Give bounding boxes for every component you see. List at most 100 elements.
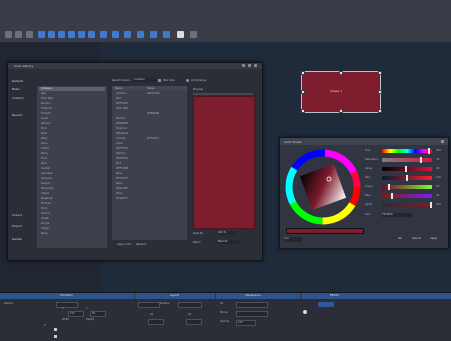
color-wheel[interactable] <box>285 149 361 225</box>
text-tool-icon[interactable] <box>100 31 107 38</box>
list-item[interactable]: Magenta <box>41 197 52 200</box>
slider-knob[interactable] <box>405 166 407 172</box>
blue-slider[interactable] <box>382 194 432 198</box>
group-item[interactable]: Ruby <box>116 182 123 185</box>
bounds-icon[interactable] <box>58 31 65 38</box>
list-item[interactable]: Violet <box>41 217 48 220</box>
maximize-icon[interactable] <box>248 64 251 67</box>
rotation-field[interactable] <box>138 302 160 308</box>
apply-button[interactable]: Apply <box>430 237 437 240</box>
list-item[interactable]: Burgundy <box>41 187 54 190</box>
opacity-field[interactable]: 100 % <box>218 231 236 235</box>
group-item[interactable]: Red <box>116 97 121 100</box>
list-item[interactable]: Fuchsia <box>41 202 51 205</box>
list-item[interactable]: Pink <box>41 127 46 130</box>
radio-button[interactable] <box>303 310 307 314</box>
replace-button[interactable]: Replace <box>136 243 146 246</box>
slider-knob[interactable] <box>388 184 390 190</box>
apply-color-button[interactable]: Apply Color <box>117 243 132 246</box>
layers-icon[interactable] <box>163 31 170 38</box>
list-item[interactable]: Navy <box>41 232 48 235</box>
slider-knob[interactable] <box>430 202 432 208</box>
pan-icon[interactable] <box>112 31 119 38</box>
ellipse-tool-icon[interactable] <box>78 31 85 38</box>
hue-slider[interactable] <box>382 149 432 153</box>
library-item[interactable]: Recent <box>12 113 22 118</box>
library-item[interactable]: Default <box>12 79 23 84</box>
list-item[interactable]: Scarlet <box>41 167 50 170</box>
blend-select[interactable]: Normal <box>218 240 240 244</box>
saturation-slider[interactable] <box>382 158 432 162</box>
list-item[interactable]: Claret <box>41 192 49 195</box>
list-item[interactable]: Crimson <box>41 87 52 90</box>
list-item[interactable]: Coral <box>41 117 48 120</box>
select-icon[interactable] <box>5 31 12 38</box>
canvas-shape[interactable]: Shape 1 <box>301 71 382 113</box>
resize-handle[interactable] <box>301 109 305 113</box>
list-item[interactable]: Maroon <box>41 102 51 105</box>
radio-button[interactable] <box>186 79 189 82</box>
ok-button[interactable]: OK <box>398 237 402 240</box>
height-field[interactable] <box>186 319 202 325</box>
group-item[interactable]: Maroon <box>116 117 126 120</box>
search-input[interactable]: Crimson <box>133 78 156 82</box>
scale-icon[interactable] <box>38 31 45 38</box>
rotation-value-field[interactable] <box>178 302 202 308</box>
list-item[interactable]: Orchid <box>41 212 50 215</box>
value-slider[interactable] <box>382 167 432 171</box>
library-item[interactable]: Basic <box>12 87 20 92</box>
slider-knob[interactable] <box>406 175 408 181</box>
effects-toggle-button[interactable] <box>318 302 334 307</box>
hex-field[interactable]: Hex <box>284 237 302 242</box>
group-item[interactable]: Firebrick <box>116 127 127 130</box>
group-item[interactable]: Pink <box>116 162 121 165</box>
line-tool-icon[interactable] <box>88 31 95 38</box>
list-item[interactable]: Cardinal <box>41 177 52 180</box>
group-item[interactable]: Tomato <box>116 137 125 140</box>
library-bottom-item[interactable]: Export <box>12 224 22 229</box>
list-item[interactable]: Brick <box>41 157 48 160</box>
group-item[interactable]: Coral <box>116 142 123 145</box>
list-item[interactable]: Vermilion <box>41 172 53 175</box>
cancel-button[interactable]: Cancel <box>412 237 421 240</box>
library-bottom-item[interactable]: Delete <box>12 237 22 242</box>
tab-transform[interactable]: Transform <box>60 294 73 297</box>
list-item[interactable]: Wine <box>41 142 47 145</box>
resize-handle[interactable] <box>378 109 382 113</box>
settings-icon[interactable] <box>150 31 157 38</box>
list-item[interactable]: Rose <box>41 132 47 135</box>
color-picker-titlebar[interactable]: Color Picker <box>280 138 448 145</box>
color-icon[interactable] <box>137 31 144 38</box>
slider-knob[interactable] <box>420 157 422 163</box>
list-item[interactable]: Indigo <box>41 227 49 230</box>
list-item[interactable]: Firebrick <box>41 107 52 110</box>
page-icon[interactable] <box>177 31 184 38</box>
minimize-icon[interactable] <box>242 64 245 67</box>
checkbox[interactable] <box>158 79 161 82</box>
group-item[interactable]: Rose <box>116 172 122 175</box>
list-item[interactable]: Red <box>41 92 46 95</box>
list-item[interactable]: Rust <box>41 162 47 165</box>
resize-handle[interactable] <box>339 109 343 113</box>
resize-handle[interactable] <box>378 90 382 94</box>
group-item[interactable]: Crimson <box>116 92 127 95</box>
move-icon[interactable] <box>15 31 22 38</box>
slider-knob[interactable] <box>391 193 393 199</box>
zoom-icon[interactable] <box>124 31 131 38</box>
checkbox[interactable] <box>54 335 57 338</box>
resize-handle[interactable] <box>339 71 343 75</box>
close-icon[interactable] <box>254 64 257 67</box>
list-item[interactable]: Cherry <box>41 147 50 150</box>
tab-layout[interactable]: Layout <box>170 294 179 297</box>
group-item[interactable]: Salmon <box>116 152 126 155</box>
grid-icon[interactable] <box>48 31 55 38</box>
width-field[interactable] <box>148 319 164 325</box>
list-item[interactable]: Garnet <box>41 182 50 185</box>
stroke-select[interactable] <box>236 311 268 317</box>
library-bottom-item[interactable]: Import <box>12 213 22 218</box>
group-item[interactable]: Dark Red <box>116 107 128 110</box>
list-item[interactable]: Tomato <box>41 112 50 115</box>
alpha-slider[interactable] <box>382 203 432 207</box>
group-item[interactable]: Wine <box>116 192 122 195</box>
fill-select[interactable] <box>236 302 268 308</box>
